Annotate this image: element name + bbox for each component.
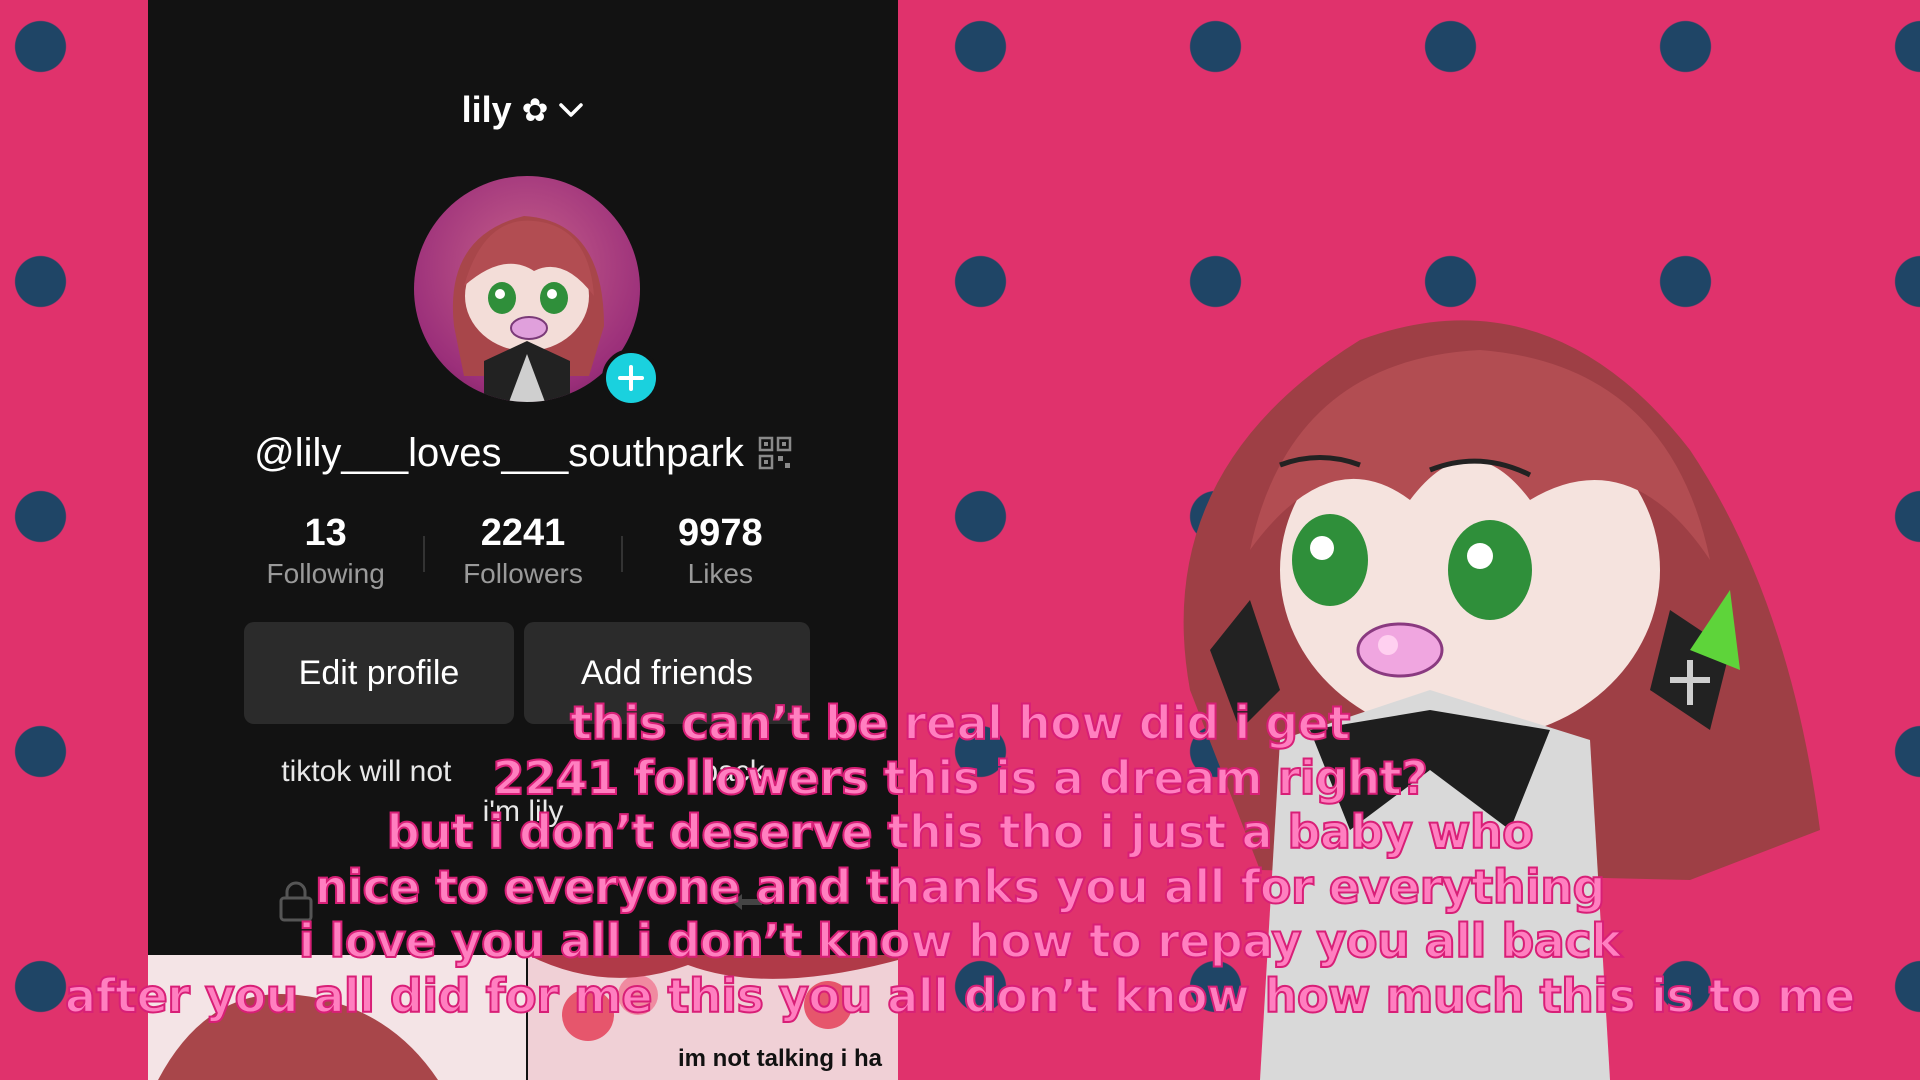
subtitle-line-4: nice to everyone and thanks you all for … (314, 859, 1606, 915)
following-count: 13 (304, 512, 347, 554)
following-label: Following (266, 558, 385, 589)
profile-stats: 13 Following 2241 Followers 9978 Likes (228, 510, 818, 600)
qr-code-icon[interactable] (758, 436, 792, 470)
subtitle-line-2: 2241 followers this is a dream right? (492, 750, 1429, 806)
plus-icon (618, 365, 644, 391)
add-avatar-button[interactable] (602, 349, 660, 407)
username: @lily___loves___southpark (254, 430, 744, 475)
username-row: @lily___loves___southpark (148, 425, 898, 481)
subtitle-line-3: but i don’t deserve this tho i just a ba… (386, 804, 1535, 860)
display-name: lily (461, 89, 512, 130)
stat-following[interactable]: 13 Following (228, 510, 423, 600)
followers-label: Followers (463, 558, 583, 589)
followers-count: 2241 (480, 512, 566, 554)
subtitle-line-1: this can’t be real how did i get (569, 695, 1351, 751)
likes-label: Likes (687, 558, 753, 589)
chevron-down-icon[interactable] (558, 101, 584, 119)
subtitle-line-5: i love you all i don’t know how to repay… (298, 913, 1623, 969)
subtitle-line-6: after you all did for me this you all do… (64, 968, 1856, 1024)
subtitle-overlay: this can’t be real how did i get 2241 fo… (0, 695, 1920, 1024)
stat-followers[interactable]: 2241 Followers (425, 510, 620, 600)
stat-likes[interactable]: 9978 Likes (623, 510, 818, 600)
thumbnail-caption: im not talking i ha (678, 1045, 883, 1072)
account-switcher[interactable]: lily ✿ (148, 85, 898, 135)
avatar-container (414, 176, 660, 407)
likes-count: 9978 (678, 512, 763, 554)
flower-icon: ✿ (521, 92, 549, 128)
